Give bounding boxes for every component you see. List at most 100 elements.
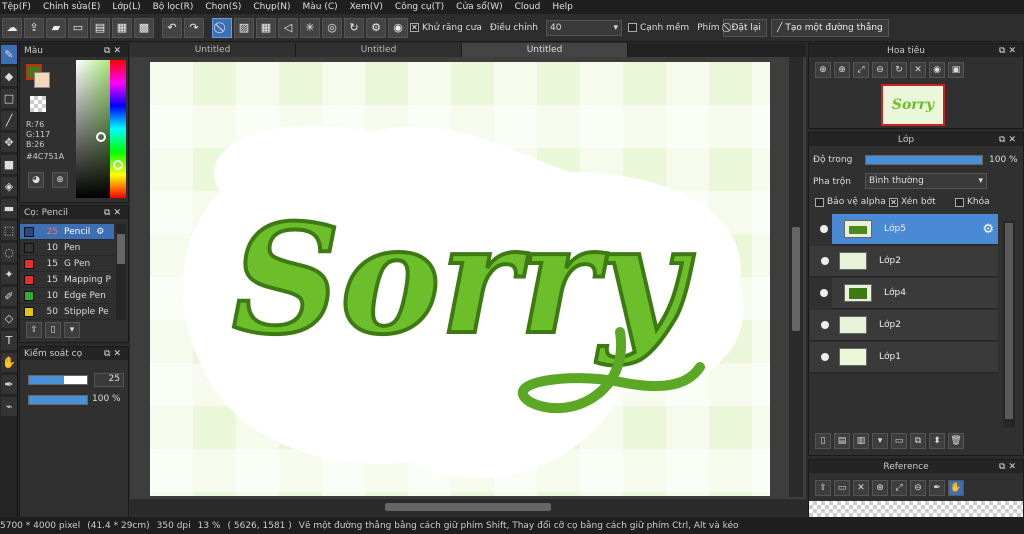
color-picker-cursor[interactable] (96, 132, 106, 142)
brush-opacity-slider[interactable] (28, 395, 88, 405)
menu-layer[interactable]: Lớp(L) (112, 2, 140, 12)
menu-file[interactable]: Tệp(F) (2, 2, 31, 12)
tab-untitled-1[interactable]: Untitled (130, 43, 296, 57)
menu-cloud[interactable]: Cloud (515, 2, 541, 12)
background-color-swatch[interactable] (34, 72, 50, 88)
menu-help[interactable]: Help (552, 2, 573, 12)
select-eraser-tool-icon[interactable]: ◇ (1, 309, 17, 328)
brush-menu-icon[interactable]: ▾ (64, 322, 80, 338)
gear-icon[interactable]: ⚙ (96, 227, 104, 237)
export-icon[interactable]: ⇪ (24, 17, 44, 38)
cloud-icon[interactable]: ☁ (2, 17, 22, 38)
vertical-scroll-thumb[interactable] (792, 227, 800, 331)
layer-opacity-slider[interactable] (865, 155, 983, 165)
panel-controls-icon[interactable]: ⧉✕ (999, 135, 1019, 145)
menu-select[interactable]: Chọn(S) (205, 2, 241, 12)
layer-row-lop5[interactable]: Lớp5 ⚙ (820, 214, 998, 245)
layer-list-scrollbar[interactable] (1003, 221, 1015, 427)
panel-controls-icon[interactable]: ⧉✕ (104, 46, 124, 56)
menu-color[interactable]: Màu (C) (303, 2, 338, 12)
reference-zoom-in-icon[interactable]: ⊕ (872, 480, 888, 496)
visibility-eye-icon[interactable] (821, 321, 829, 329)
delete-layer-icon[interactable]: 🗑 (948, 433, 964, 449)
straight-line-button[interactable]: ╱ Tạo một đường thẳng (770, 18, 889, 37)
zoom-in-alt-icon[interactable]: ⊕ (834, 62, 850, 78)
tab-untitled-3[interactable]: Untitled (462, 43, 628, 57)
drawing-canvas[interactable]: Sorry (150, 62, 770, 496)
magic-wand-tool-icon[interactable]: ✦ (1, 265, 17, 284)
transparent-swatch[interactable] (30, 96, 46, 112)
select-rect-tool-icon[interactable]: ⬚ (1, 221, 17, 240)
reference-fit-icon[interactable]: ⤢ (891, 480, 907, 496)
flip-icon[interactable]: ✕ (910, 62, 926, 78)
panel-controls-icon[interactable]: ⧉✕ (999, 46, 1019, 56)
menu-tools[interactable]: Công cụ(T) (395, 2, 444, 12)
bucket-tool-icon[interactable]: ◈ (1, 177, 17, 196)
text-tool-icon[interactable]: T (1, 331, 17, 350)
snap-off-icon[interactable]: ⃠ (212, 17, 232, 38)
merge-layer-icon[interactable]: ⬍ (929, 433, 945, 449)
chat-icon[interactable]: ▭ (68, 17, 88, 38)
reset-button[interactable]: ⃠Đặt lại (722, 18, 767, 37)
duplicate-layer-icon[interactable]: ⧉ (910, 433, 926, 449)
hue-slider-handle[interactable] (113, 160, 123, 170)
brush-item-pen[interactable]: 10 Pen (20, 240, 114, 256)
layer-row-lop4[interactable]: Lớp4 (820, 278, 998, 309)
brush-tool-icon[interactable]: ✎ (1, 45, 17, 64)
page-list-icon[interactable]: ▦ (112, 17, 132, 38)
brush-size-slider[interactable] (28, 375, 88, 385)
menu-edit[interactable]: Chỉnh sửa(E) (43, 2, 100, 12)
soft-edge-checkbox[interactable]: Cạnh mềm (627, 23, 689, 33)
layer-row-lop2-a[interactable]: Lớp2 (810, 246, 998, 277)
settings-gear-icon[interactable]: ⚙ (366, 17, 386, 38)
lock-checkbox[interactable]: Khóa (955, 197, 990, 207)
document-icon[interactable]: ▤ (90, 17, 110, 38)
reference-hand-icon[interactable]: ✋ (948, 480, 964, 496)
fit-icon[interactable]: ⤢ (853, 62, 869, 78)
grid-view-icon[interactable]: ▩ (134, 17, 154, 38)
comment-icon[interactable]: ▰ (46, 17, 66, 38)
gear-icon[interactable]: ⚙ (982, 222, 994, 237)
brush-item-mapping-pen[interactable]: 15 Mapping P (20, 272, 114, 288)
panel-controls-icon[interactable]: ⧉✕ (104, 208, 124, 218)
antialias-checkbox[interactable]: ✕ Khử răng cưa (410, 23, 482, 33)
tab-untitled-2[interactable]: Untitled (296, 43, 462, 57)
layer-menu-icon[interactable]: ▾ (872, 433, 888, 449)
reference-eyedropper-icon[interactable]: ✒ (929, 480, 945, 496)
snap-curve-icon[interactable]: ↻ (344, 17, 364, 38)
new-layer-icon[interactable]: ▯ (815, 433, 831, 449)
blend-mode-select[interactable]: Bình thường ▾ (865, 173, 987, 189)
brush-item-edge-pen[interactable]: 10 Edge Pen (20, 288, 114, 304)
palette-icon[interactable]: ◕ (28, 172, 44, 188)
layer-row-lop1[interactable]: Lớp1 (810, 342, 998, 373)
rect-tool-icon[interactable]: □ (1, 89, 17, 108)
soft-edge-check[interactable] (627, 23, 637, 32)
line-tool-icon[interactable]: ╱ (1, 111, 17, 130)
snap-circle-icon[interactable]: ◎ (322, 17, 342, 38)
antialias-check[interactable]: ✕ (410, 23, 419, 32)
hand-tool-icon[interactable]: ✋ (1, 353, 17, 372)
canvas-vertical-scrollbar[interactable] (789, 57, 803, 497)
menu-filter[interactable]: Bộ lọc(R) (153, 2, 194, 12)
navigator-lock-icon[interactable]: ▣ (948, 62, 964, 78)
menu-view[interactable]: Xem(V) (350, 2, 383, 12)
canvas-horizontal-scrollbar[interactable] (130, 500, 806, 514)
reference-cloud-icon[interactable]: ⇪ (815, 480, 831, 496)
visibility-eye-icon[interactable] (820, 225, 828, 233)
new-layer-8bit-icon[interactable]: ▤ (834, 433, 850, 449)
fill-rect-tool-icon[interactable]: ■ (1, 155, 17, 174)
snap-grid-icon[interactable]: ▦ (256, 17, 276, 38)
reference-close-icon[interactable]: ✕ (853, 480, 869, 496)
dropper-tool-icon[interactable]: ⌁ (1, 397, 17, 416)
brush-cloud-icon[interactable]: ⇪ (26, 322, 42, 338)
visibility-eye-icon[interactable] (821, 353, 829, 361)
panel-controls-icon[interactable]: ⧉✕ (999, 462, 1019, 472)
snap-radial-icon[interactable]: ✳ (300, 17, 320, 38)
layer-row-lop2-b[interactable]: Lớp2 (810, 310, 998, 341)
navigator-thumbnail[interactable]: Sorry (881, 84, 945, 126)
gradient-tool-icon[interactable]: ▬ (1, 199, 17, 218)
brush-list-scrollbar[interactable] (116, 224, 126, 320)
horizontal-scroll-thumb[interactable] (385, 503, 551, 511)
zoom-in-icon[interactable]: ⊕ (815, 62, 831, 78)
brush-item-pencil[interactable]: 25 Pencil ⚙ (20, 224, 114, 240)
